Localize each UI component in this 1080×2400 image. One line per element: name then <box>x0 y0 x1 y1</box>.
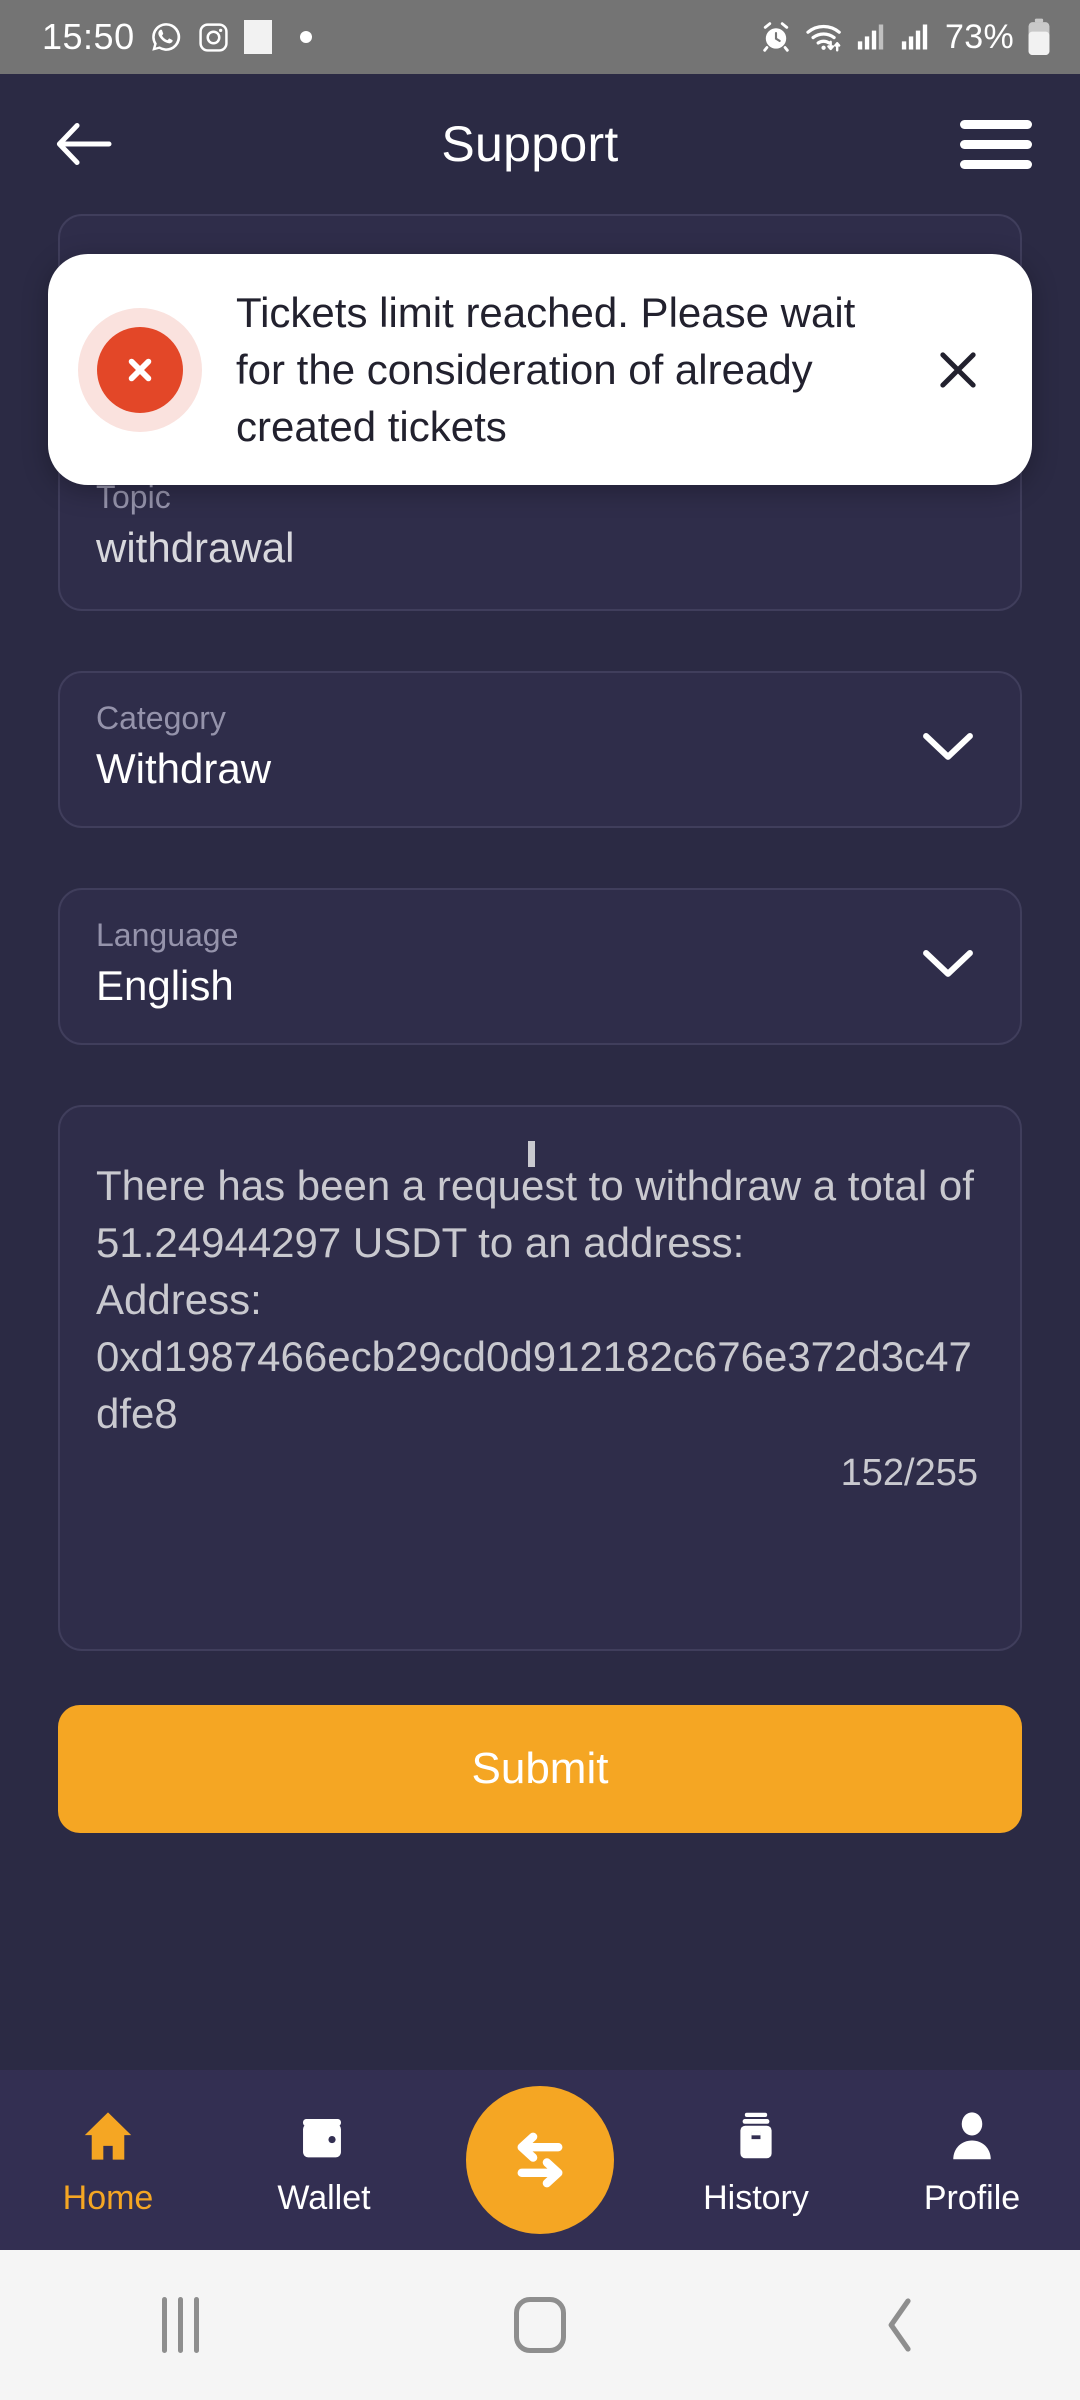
battery-icon <box>1026 18 1052 56</box>
back-chevron-icon <box>888 2298 911 2352</box>
swap-arrows-icon[interactable] <box>466 2086 614 2234</box>
submit-button[interactable]: Submit <box>58 1704 1022 1833</box>
phone-screen: 15:50 73% Support Topic withdrawal Categ… <box>0 0 1080 2400</box>
nav-label-wallet: Wallet <box>277 2178 371 2217</box>
error-toast: Tickets limit reached. Please wait for t… <box>48 254 1032 486</box>
hamburger-menu-icon[interactable] <box>958 106 1034 182</box>
battery-percent-label: 73% <box>945 17 1014 56</box>
signal-sim2-icon <box>901 22 933 52</box>
wallet-icon <box>295 2103 353 2165</box>
nav-label-history: History <box>703 2178 809 2217</box>
dot-indicator-icon <box>299 31 312 43</box>
chevron-down-icon[interactable] <box>918 717 978 777</box>
back-button-system[interactable] <box>720 2295 1080 2355</box>
status-time: 15:50 <box>42 16 135 57</box>
nav-item-home[interactable]: Home <box>0 2103 216 2218</box>
character-counter: 152/255 <box>840 1452 978 1495</box>
alarm-icon <box>759 20 793 54</box>
message-text: There has been a request to withdraw a t… <box>96 1161 974 1438</box>
whatsapp-icon <box>149 20 183 54</box>
category-field[interactable]: Category Withdraw <box>58 670 1022 828</box>
close-icon[interactable] <box>918 330 998 410</box>
toast-icon-halo <box>78 307 202 432</box>
error-x-icon <box>97 326 183 413</box>
nav-label-home: Home <box>62 2178 154 2217</box>
bottom-navigation-bar: Home Wallet History Profile <box>0 2070 1080 2250</box>
status-bar-left: 15:50 <box>42 16 312 58</box>
instagram-icon <box>197 21 230 54</box>
text-caret <box>528 1140 535 1167</box>
recents-icon <box>161 2297 199 2353</box>
home-square-icon <box>514 2297 566 2353</box>
language-field[interactable]: Language English <box>58 887 1022 1045</box>
status-bar: 15:50 73% <box>0 0 1080 74</box>
nav-label-profile: Profile <box>923 2178 1021 2217</box>
toast-message: Tickets limit reached. Please wait for t… <box>236 289 856 451</box>
profile-icon <box>943 2103 1001 2165</box>
nav-item-wallet[interactable]: Wallet <box>216 2103 432 2218</box>
signal-sim1-icon <box>857 22 889 52</box>
nav-item-profile[interactable]: Profile <box>864 2103 1080 2218</box>
status-bar-right: 73% <box>759 18 1052 57</box>
language-value: English <box>96 962 234 1010</box>
message-textarea-field[interactable]: There has been a request to withdraw a t… <box>58 1104 1022 1651</box>
android-system-navigation <box>0 2250 1080 2400</box>
generic-app-icon <box>243 20 272 54</box>
page-title: Support <box>441 116 619 172</box>
nav-item-history[interactable]: History <box>648 2103 864 2218</box>
history-icon <box>727 2103 785 2165</box>
category-value: Withdraw <box>96 745 272 793</box>
home-icon <box>79 2103 137 2165</box>
home-button[interactable] <box>360 2297 720 2353</box>
recents-button[interactable] <box>0 2297 360 2353</box>
chevron-down-icon[interactable] <box>918 934 978 994</box>
app-header: Support <box>0 74 1080 214</box>
category-label: Category <box>96 699 226 736</box>
wifi-icon <box>805 20 845 54</box>
topic-value: withdrawal <box>96 524 295 572</box>
language-label: Language <box>96 916 239 953</box>
